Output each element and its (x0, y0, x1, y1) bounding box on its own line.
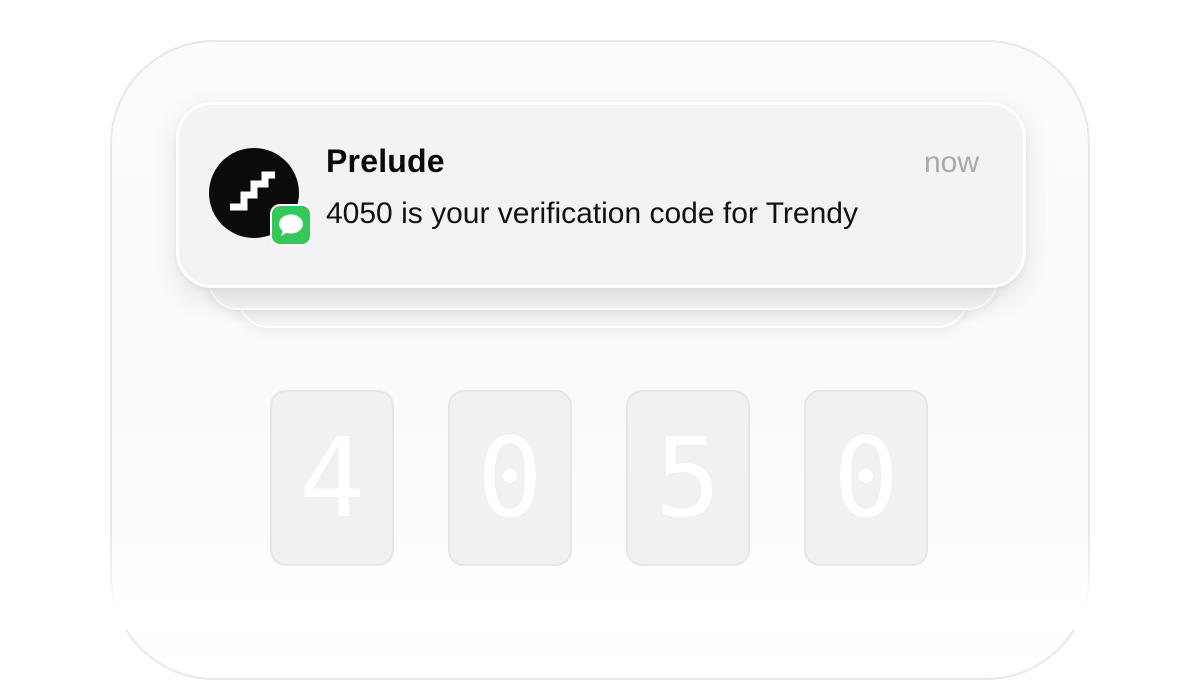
sms-notification[interactable]: Prelude now 4050 is your verification co… (176, 102, 1026, 288)
otp-digit-box-3[interactable]: 5 (626, 390, 750, 566)
chat-bubble-icon (279, 214, 303, 236)
otp-digit: 0 (832, 414, 900, 542)
notification-sender: Prelude (326, 143, 445, 179)
notification-message: 4050 is your verification code for Trend… (326, 197, 858, 230)
otp-digit: 0 (476, 414, 544, 542)
phone-bottom-fade (100, 540, 1100, 630)
otp-digit: 5 (654, 414, 722, 542)
otp-digit: 4 (298, 414, 366, 542)
messages-badge-icon (270, 204, 312, 246)
otp-digit-box-1[interactable]: 4 (270, 390, 394, 566)
notification-timestamp: now (923, 146, 979, 179)
otp-digit-box-4[interactable]: 0 (804, 390, 928, 566)
otp-digit-box-2[interactable]: 0 (448, 390, 572, 566)
